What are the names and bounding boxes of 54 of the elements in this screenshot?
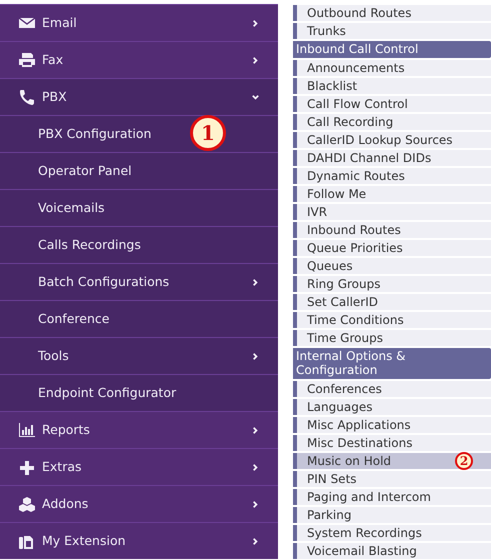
submenu-item[interactable]: PBX Configuration 1 xyxy=(0,115,278,152)
submenu-item[interactable]: Endpoint Configurator xyxy=(0,374,278,411)
menu-link[interactable]: Voicemail Blasting xyxy=(293,542,491,558)
menu-link[interactable]: System Recordings xyxy=(293,524,491,540)
submenu-item[interactable]: Tools xyxy=(0,337,278,374)
plus-icon xyxy=(18,459,36,475)
menu-link[interactable]: Time Groups xyxy=(293,330,491,346)
sidebar-item[interactable]: PBX xyxy=(0,78,278,115)
menu-link[interactable]: Misc Applications xyxy=(293,416,491,432)
menu-link[interactable]: Announcements xyxy=(293,60,491,76)
menu-link[interactable]: PIN Sets xyxy=(293,470,491,486)
phone-icon xyxy=(18,89,36,105)
menu-link[interactable]: Languages xyxy=(293,398,491,414)
menu-link[interactable]: Inbound Routes xyxy=(293,222,491,238)
submenu-item[interactable]: Operator Panel xyxy=(0,152,278,189)
submenu-item[interactable]: Batch Configurations xyxy=(0,263,278,300)
sidebar-item[interactable]: Email xyxy=(0,4,278,41)
menu-link[interactable]: Queue Priorities xyxy=(293,240,491,256)
sidebar-item[interactable]: Extras xyxy=(0,448,278,485)
printer-icon xyxy=(18,52,36,68)
cubes-icon xyxy=(18,496,36,512)
submenu-item[interactable]: Voicemails xyxy=(0,189,278,226)
menu-link[interactable]: Call Flow Control xyxy=(293,96,491,112)
menu-link[interactable]: Time Conditions xyxy=(293,312,491,328)
section-header: Internal Options & Configuration xyxy=(293,348,491,378)
menu-link[interactable]: Blacklist xyxy=(293,78,491,94)
menu-link[interactable]: Call Recording xyxy=(293,114,491,130)
menu-link[interactable]: IVR xyxy=(293,204,491,220)
menu-link[interactable]: Trunks xyxy=(293,23,491,39)
menu-link[interactable]: Outbound Routes xyxy=(293,5,491,21)
menu-link[interactable]: Queues xyxy=(293,258,491,274)
menu-link[interactable]: Set CallerID xyxy=(293,294,491,310)
envelope-icon xyxy=(18,15,36,31)
section-header: Inbound Call Control xyxy=(293,41,491,58)
bar-chart-icon xyxy=(18,422,36,438)
sidebar-item[interactable]: My Extension xyxy=(0,522,278,559)
menu-link[interactable]: Conferences xyxy=(293,380,491,396)
sidebar-item[interactable]: Reports xyxy=(0,411,278,448)
annotation-marker: 1 xyxy=(190,115,226,151)
menu-link[interactable]: Music on Hold 2 xyxy=(293,452,491,468)
menu-link[interactable]: DAHDI Channel DIDs xyxy=(293,150,491,166)
menu-link[interactable]: Parking xyxy=(293,506,491,522)
annotation-marker: 2 xyxy=(455,452,473,470)
submenu-item[interactable]: Calls Recordings xyxy=(0,226,278,263)
menu-link[interactable]: Dynamic Routes xyxy=(293,168,491,184)
sidebar-item[interactable]: Fax xyxy=(0,41,278,78)
sidebar-item[interactable]: Addons xyxy=(0,485,278,522)
submenu-item[interactable]: Conference xyxy=(0,300,278,337)
menu-link[interactable]: Paging and Intercom xyxy=(293,488,491,504)
menu-link[interactable]: Misc Destinations xyxy=(293,434,491,450)
menu-link[interactable]: CallerID Lookup Sources xyxy=(293,132,491,148)
menu-link[interactable]: Ring Groups xyxy=(293,276,491,292)
menu-link[interactable]: Follow Me xyxy=(293,186,491,202)
desk-phone-icon xyxy=(18,533,36,549)
